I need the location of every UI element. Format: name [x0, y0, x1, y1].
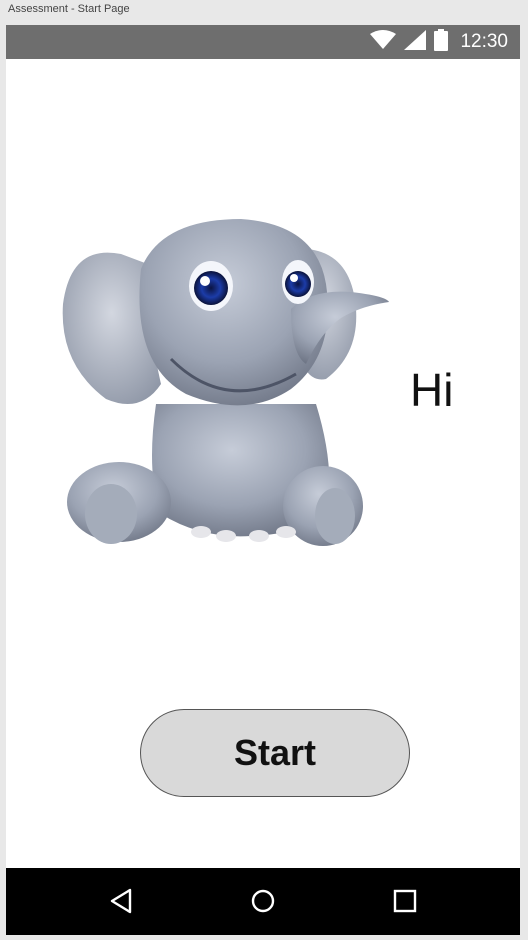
elephant-image [62, 219, 389, 546]
start-button[interactable]: Start [140, 709, 410, 797]
status-icons: 12:30 [370, 25, 508, 59]
wifi-icon [370, 29, 397, 55]
greeting-text: Hi [410, 364, 454, 416]
recents-icon[interactable] [390, 886, 420, 916]
home-icon[interactable] [248, 886, 278, 916]
main-content: Hi Start [6, 59, 520, 868]
navigation-bar [6, 868, 520, 935]
window-title: Assessment - Start Page [8, 3, 130, 15]
status-time: 12:30 [460, 31, 508, 52]
battery-icon [434, 28, 449, 56]
phone-screen: 12:30 Hi Start [6, 25, 520, 935]
status-bar: 12:30 [6, 25, 520, 59]
signal-icon [404, 29, 427, 55]
back-icon[interactable] [106, 886, 136, 916]
